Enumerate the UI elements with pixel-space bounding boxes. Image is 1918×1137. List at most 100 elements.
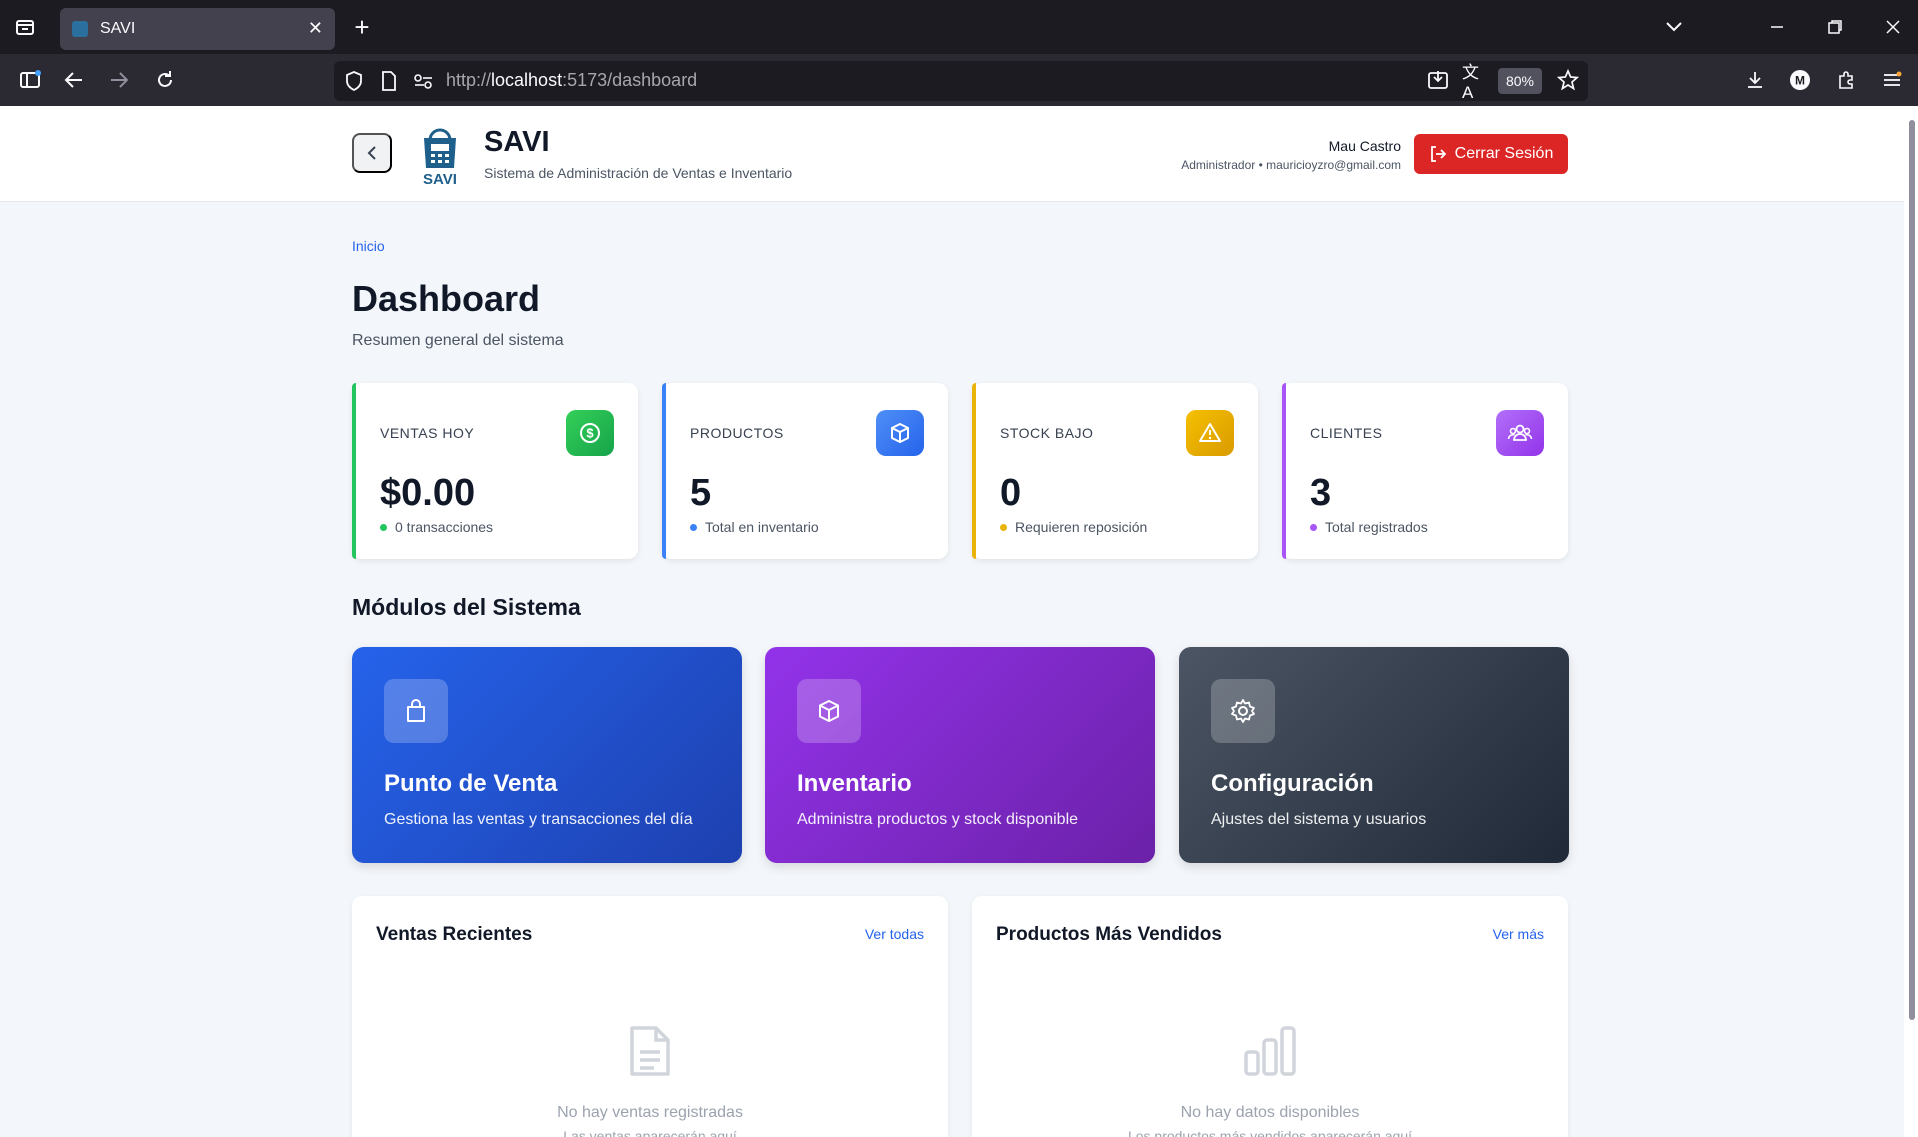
logout-label: Cerrar Sesión — [1454, 145, 1554, 162]
stat-note-text: Requieren reposición — [1015, 519, 1148, 535]
page-icon[interactable] — [378, 70, 400, 92]
module-configuracion[interactable]: Configuración Ajustes del sistema y usua… — [1179, 647, 1569, 863]
new-tab-icon[interactable]: + — [350, 12, 374, 42]
empty-state-subtext: Las ventas aparecerán aquí — [563, 1128, 737, 1137]
breadcrumb-inicio[interactable]: Inicio — [352, 238, 385, 254]
back-button[interactable] — [352, 133, 392, 173]
top-products-panel: Productos Más Vendidos Ver más No hay da… — [972, 896, 1568, 1137]
url-text[interactable]: http://localhost:5173/dashboard — [446, 70, 697, 91]
module-punto-de-venta[interactable]: Punto de Venta Gestiona las ventas y tra… — [352, 647, 742, 863]
savi-logo: SAVI — [416, 128, 464, 188]
users-icon — [1496, 410, 1544, 456]
box-icon — [797, 679, 861, 743]
view-more-products-link[interactable]: Ver más — [1493, 926, 1544, 942]
logout-button[interactable]: Cerrar Sesión — [1414, 134, 1568, 174]
menu-icon[interactable] — [1880, 68, 1904, 92]
bar-chart-icon — [1242, 1024, 1298, 1083]
forward-icon[interactable] — [107, 68, 131, 92]
stat-card-ventas-hoy: VENTAS HOY $ $0.00 0 transacciones — [352, 383, 638, 559]
url-prefix: http:// — [446, 70, 492, 90]
account-avatar-icon[interactable]: M — [1788, 68, 1812, 92]
install-icon[interactable] — [1426, 68, 1450, 92]
close-window-icon[interactable] — [1882, 16, 1904, 38]
minimize-icon[interactable] — [1766, 16, 1788, 38]
recent-sales-panel: Ventas Recientes Ver todas No hay ventas… — [352, 896, 948, 1137]
page-title: Dashboard — [352, 278, 541, 319]
empty-state-text: No hay ventas registradas — [557, 1104, 743, 1121]
stat-note-text: 0 transacciones — [395, 519, 494, 535]
module-title: Configuración — [1211, 770, 1374, 797]
scrollbar-thumb[interactable] — [1909, 120, 1915, 1020]
status-dot — [690, 523, 697, 531]
stat-accent-bar — [1282, 383, 1286, 559]
app-name: SAVI — [484, 126, 550, 158]
stat-label: PRODUCTOS — [690, 425, 784, 441]
stat-note: Total registrados — [1310, 519, 1428, 535]
module-inventario[interactable]: Inventario Administra productos y stock … — [765, 647, 1155, 863]
url-host: localhost — [491, 70, 563, 90]
stat-note: Requieren reposición — [1000, 519, 1147, 535]
app-header — [0, 106, 1904, 202]
stat-note: Total en inventario — [690, 519, 819, 535]
bookmark-star-icon[interactable] — [1556, 68, 1580, 92]
tab-list-icon[interactable] — [14, 16, 36, 38]
status-dot — [380, 523, 387, 531]
app-subtitle: Sistema de Administración de Ventas e In… — [484, 165, 793, 181]
extensions-icon[interactable] — [1834, 68, 1858, 92]
dollar-icon: $ — [566, 410, 614, 456]
warning-icon — [1186, 410, 1234, 456]
svg-text:M: M — [1795, 74, 1805, 88]
stat-card-stock-bajo: STOCK BAJO 0 Requieren reposición — [972, 383, 1258, 559]
modules-title: Módulos del Sistema — [352, 594, 581, 620]
browser-tab-bar: SAVI ✕ + — [0, 0, 1918, 54]
stat-note: 0 transacciones — [380, 519, 493, 535]
box-icon — [876, 410, 924, 456]
tab-favicon-icon — [72, 21, 88, 37]
status-dot — [1310, 523, 1317, 531]
stat-accent-bar — [972, 383, 976, 559]
stat-accent-bar — [352, 383, 356, 559]
panel-title: Ventas Recientes — [376, 924, 533, 945]
stat-card-productos: PRODUCTOS 5 Total en inventario — [662, 383, 948, 559]
restore-icon[interactable] — [1824, 16, 1846, 38]
reload-icon[interactable] — [153, 68, 177, 92]
module-title: Inventario — [797, 770, 912, 797]
stat-value: 3 — [1310, 472, 1332, 514]
gear-icon — [1211, 679, 1275, 743]
user-role: Administrador • mauricioyzro@gmail.com — [1181, 158, 1401, 172]
logout-icon — [1430, 146, 1446, 162]
chevron-left-icon — [367, 146, 376, 160]
stat-value: 0 — [1000, 472, 1022, 514]
downloads-icon[interactable] — [1743, 68, 1767, 92]
svg-text:SAVI: SAVI — [423, 171, 457, 186]
back-icon[interactable] — [62, 68, 86, 92]
zoom-level[interactable]: 80% — [1498, 68, 1542, 94]
chevron-down-icon[interactable] — [1662, 16, 1686, 38]
document-icon — [628, 1024, 672, 1083]
status-dot — [1000, 523, 1007, 531]
stat-value: 5 — [690, 472, 712, 514]
translate-icon[interactable]: 文A — [1462, 63, 1486, 102]
empty-state-text: No hay datos disponibles — [1180, 1104, 1360, 1121]
browser-tab[interactable]: SAVI ✕ — [60, 8, 335, 50]
module-description: Ajustes del sistema y usuarios — [1211, 811, 1427, 828]
view-all-sales-link[interactable]: Ver todas — [865, 926, 924, 942]
user-name: Mau Castro — [1328, 138, 1401, 154]
stat-card-clientes: CLIENTES 3 Total registrados — [1282, 383, 1568, 559]
module-title: Punto de Venta — [384, 770, 558, 797]
panel-title: Productos Más Vendidos — [996, 924, 1222, 945]
module-description: Gestiona las ventas y transacciones del … — [384, 811, 693, 828]
url-path: :5173/dashboard — [562, 70, 698, 90]
stat-label: VENTAS HOY — [380, 425, 475, 441]
stat-value: $0.00 — [380, 472, 476, 514]
module-description: Administra productos y stock disponible — [797, 811, 1079, 828]
sidebar-toggle-icon[interactable] — [18, 68, 42, 92]
permissions-icon[interactable] — [412, 70, 434, 92]
shield-icon[interactable] — [343, 70, 365, 92]
svg-text:$: $ — [586, 426, 594, 441]
tab-close-icon[interactable]: ✕ — [308, 18, 323, 39]
stat-label: STOCK BAJO — [1000, 425, 1094, 441]
stat-label: CLIENTES — [1310, 425, 1383, 441]
stat-note-text: Total en inventario — [705, 519, 819, 535]
shopping-bag-icon — [384, 679, 448, 743]
